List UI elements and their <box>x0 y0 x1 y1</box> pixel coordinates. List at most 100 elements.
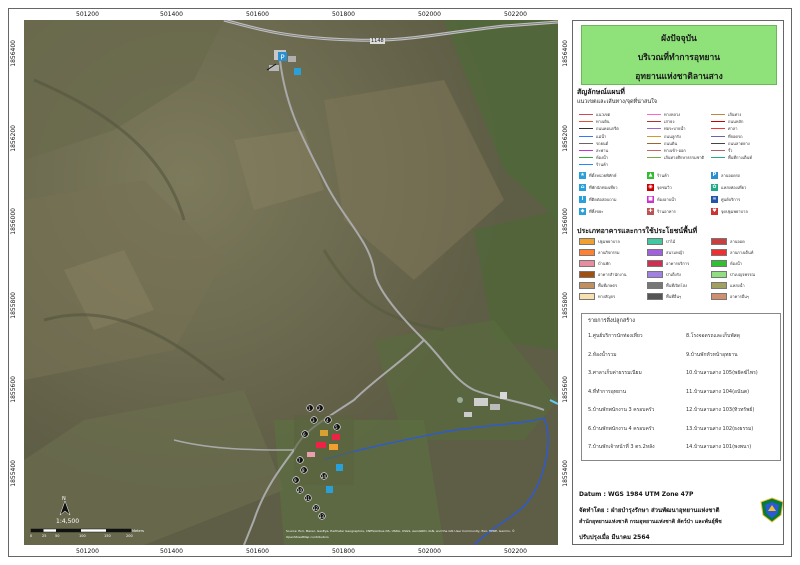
line-swatch <box>711 121 725 123</box>
landuse-swatch <box>647 238 663 245</box>
landuse-swatch <box>647 260 663 267</box>
lines-subheader: แนวเขตและเส้นทาง/จุดที่น่าสนใจ <box>577 99 658 105</box>
legend-line-symbol: ศาลา <box>711 125 737 132</box>
x-tick-label: 501400 <box>160 11 183 18</box>
title-box: ผังปัจจุบัน บริเวณที่ทำการอุทยาน อุทยานแ… <box>581 25 777 85</box>
legend-icon-symbol: i ที่ติดต่อสอบถาม <box>579 196 617 203</box>
poi-number[interactable]: 1 <box>308 406 311 411</box>
legend-line-symbol: ห้องน้ำ <box>579 154 608 161</box>
locations-header: รายการสิ่งปลูกสร้าง <box>588 318 635 324</box>
landuse-label: ทางสัญจร <box>598 294 616 299</box>
x-tick-label: 502200 <box>504 11 527 18</box>
symbol-label: ที่ตั้งหน่วยพิทักษ์ <box>589 173 617 178</box>
landuse-item: พื้นที่เกษตร <box>579 282 617 289</box>
legend-line-symbol: รถยนต์ <box>579 140 608 147</box>
landuse-label: ป่าเบญจพรรณ <box>730 272 756 277</box>
scale-label: 200 <box>126 534 133 538</box>
poi-number[interactable]: 8 <box>302 468 305 473</box>
north-label: N <box>62 496 66 502</box>
location-item: 10.บ้านลานสาง 105(พยัคฆ์ไพร) <box>686 370 758 376</box>
poi-icon: ✿ <box>711 184 718 191</box>
y-tick-label: 1855400 <box>10 460 17 487</box>
poi-number[interactable]: 3 <box>312 418 315 423</box>
landuse-swatch <box>647 293 663 300</box>
symbol-label: ทางหลวง <box>664 112 681 117</box>
svg-text:P: P <box>280 54 284 62</box>
symbol-label: ห้องอาบน้ำ <box>657 197 677 202</box>
x-tick-label: 501400 <box>160 548 183 555</box>
poi-number[interactable]: 13 <box>319 514 324 519</box>
poi-number[interactable]: 12 <box>313 506 318 511</box>
x-tick-label: 502000 <box>418 11 441 18</box>
legend-line-symbol: ร้านค้า <box>579 161 608 168</box>
legend-line-symbol: ถนนหลัก <box>711 118 743 125</box>
location-item: 6.บ้านพักพนักงาน 4 ครอบครัว <box>588 425 655 432</box>
legend-icon-symbol: ♥ จุดปฐมพยาบาล <box>711 208 748 215</box>
y-tick-label: 1856400 <box>562 40 569 67</box>
poi-icon: ◉ <box>647 184 654 191</box>
symbol-label: เส้นทางศึกษาธรรมชาติ <box>664 155 705 161</box>
legend-line-symbol: รั้ว <box>711 147 732 154</box>
y-tick-label: 1855800 <box>10 292 17 319</box>
landuse-label: ป่าเต็งรัง <box>666 272 681 277</box>
map-sheet: 501200 501400 501600 501800 502000 50220… <box>0 0 800 565</box>
legend-line-symbol: ท่อระบายน้ำ <box>647 125 685 132</box>
location-item: 3.ศาลาเก็บค่าธรรมเนียม <box>588 370 642 376</box>
scale-label: 25 <box>42 534 47 538</box>
road-label: 1148 <box>370 38 385 44</box>
poi-number[interactable]: 14 <box>321 474 326 479</box>
park-name: อุทยานแห่งชาติลานสาง <box>635 72 723 82</box>
poi-number[interactable]: 7 <box>298 458 301 463</box>
y-tick-label: 1856200 <box>562 125 569 152</box>
poi-number[interactable]: 2 <box>318 406 321 411</box>
landuse-label: พื้นที่เกษตร <box>598 283 618 288</box>
poi-number[interactable]: 6 <box>303 432 306 437</box>
poi-number[interactable]: 4 <box>326 418 329 423</box>
legend-line-symbol: ที่จอดรถ <box>711 133 743 140</box>
symbol-label: ท่อระบายน้ำ <box>664 126 686 132</box>
symbol-label: แม่น้ำ <box>596 133 607 139</box>
symbol-label: พื้นที่กางเต็นท์ <box>728 155 752 161</box>
landuse-item: ป่าไม้ <box>647 238 675 245</box>
landuse-item: ป่าเบญจพรรณ <box>711 271 755 278</box>
landuse-item: ห้องน้ำ <box>711 260 742 267</box>
y-tick-label: 1855600 <box>10 376 17 403</box>
landuse-swatch <box>579 249 595 256</box>
legend-icon-symbol: ⌂ ที่พักนักท่องเที่ยว <box>579 184 617 191</box>
made-by-agency: สำนักอุทยานแห่งชาติ กรมอุทยานแห่งชาติ สั… <box>579 519 722 525</box>
poi-number[interactable]: 10 <box>297 488 302 493</box>
x-tick-label: 501600 <box>246 11 269 18</box>
landuse-label: ลานกิจกรรม <box>598 250 620 255</box>
legend-line-symbol: ทางเดิน <box>579 118 610 125</box>
line-swatch <box>647 150 661 151</box>
landuse-header: ประเภทอาคารและการใช้ประโยชน์พื้นที่ <box>577 227 698 235</box>
landuse-label: ห้องน้ำ <box>730 261 742 266</box>
y-tick-label: 1855800 <box>562 292 569 319</box>
location-item: 7.บ้านพักเจ้าหน้าที่ 3 ตร.2หลัง <box>588 444 655 450</box>
landuse-item: อาคารอื่นๆ <box>711 293 749 300</box>
location-item: 13.บ้านลานสาง 102(ธงธรรม) <box>686 425 754 432</box>
landuse-swatch <box>711 260 727 267</box>
map-credits-osm: OpenStreetMap contributors <box>286 535 329 539</box>
symbol-label: ที่ทิ้งขยะ <box>589 209 604 214</box>
landuse-item: อาคารบริการ <box>647 260 689 267</box>
poi-icon: ♥ <box>711 208 718 215</box>
locations-box: รายการสิ่งปลูกสร้าง 1.ศูนย์บริการนักท่อง… <box>581 313 781 461</box>
poi-number[interactable]: 11 <box>305 496 310 501</box>
legend-line-symbol: ทางหลวง <box>647 111 680 118</box>
legend-line-symbol: ถนนลูกรัง <box>647 133 681 140</box>
line-swatch <box>579 128 593 130</box>
poi-number[interactable]: 5 <box>335 425 338 430</box>
legend-icon-symbol: ■ ห้องอาบน้ำ <box>647 196 676 203</box>
legend-icon-symbol: ▲ ร้านค้า <box>647 172 669 179</box>
y-tick-label: 1855600 <box>562 376 569 403</box>
symbol-label: สะพาน <box>596 148 609 153</box>
map-title: ผังปัจจุบัน <box>661 34 697 44</box>
symbol-label: จุดปฐมพยาบาล <box>721 209 748 214</box>
symbol-label: ศาลา <box>728 126 738 132</box>
landuse-swatch <box>711 293 727 300</box>
location-item: 11.บ้านลานสาง 104(อนันต) <box>686 388 750 395</box>
poi-number[interactable]: 9 <box>294 478 297 483</box>
landuse-label: บ้านพัก <box>598 261 611 266</box>
satellite-map[interactable]: P 1148 1 2 3 4 5 6 7 8 9 10 11 12 13 14 … <box>24 20 558 545</box>
